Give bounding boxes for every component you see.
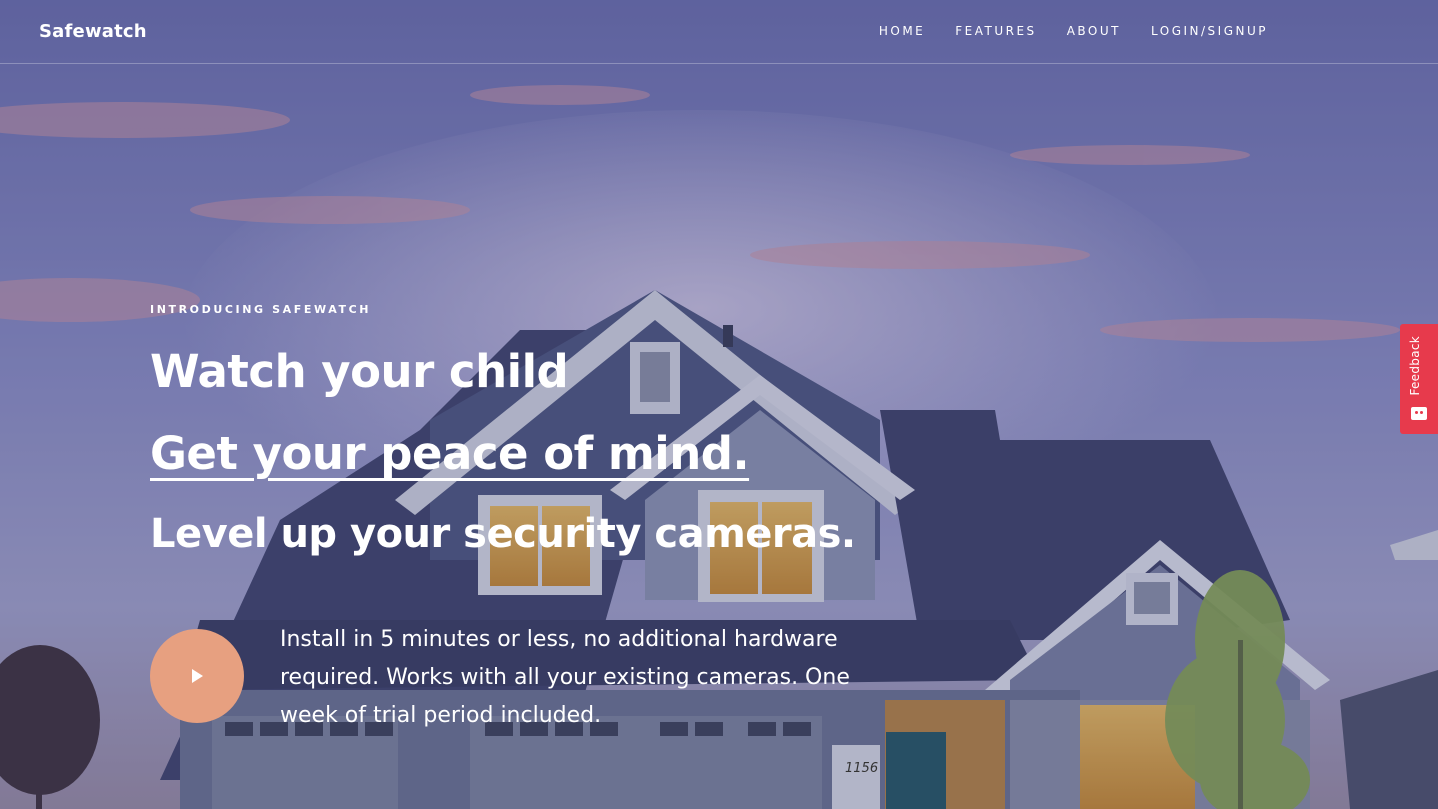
hero-description: Install in 5 minutes or less, no additio… — [280, 627, 850, 728]
nav-features[interactable]: FEATURES — [955, 24, 1036, 38]
house-number: 1156 — [845, 761, 878, 776]
headline-line-1: Watch your child — [150, 345, 569, 398]
headline-line-2: Get your peace of mind. — [150, 427, 750, 480]
feedback-label: Feedback — [1408, 336, 1422, 396]
logo[interactable]: Safewatch — [39, 21, 147, 42]
play-icon — [192, 669, 203, 683]
site-header: Safewatch HOME FEATURES ABOUT LOGIN/SIGN… — [0, 0, 1438, 64]
nav-home[interactable]: HOME — [879, 24, 925, 38]
feedback-tab[interactable]: Feedback — [1400, 324, 1438, 434]
hero-text: INTRODUCING SAFEWATCH Watch your child G… — [150, 303, 856, 557]
nav-about[interactable]: ABOUT — [1067, 24, 1121, 38]
hero-eyebrow: INTRODUCING SAFEWATCH — [150, 303, 372, 316]
main-nav: HOME FEATURES ABOUT LOGIN/SIGNUP — [879, 24, 1268, 38]
nav-login-signup[interactable]: LOGIN/SIGNUP — [1151, 24, 1268, 38]
play-video-button[interactable] — [150, 629, 244, 723]
smiley-icon — [1411, 407, 1427, 420]
headline-line-3: Level up your security cameras. — [150, 511, 856, 557]
